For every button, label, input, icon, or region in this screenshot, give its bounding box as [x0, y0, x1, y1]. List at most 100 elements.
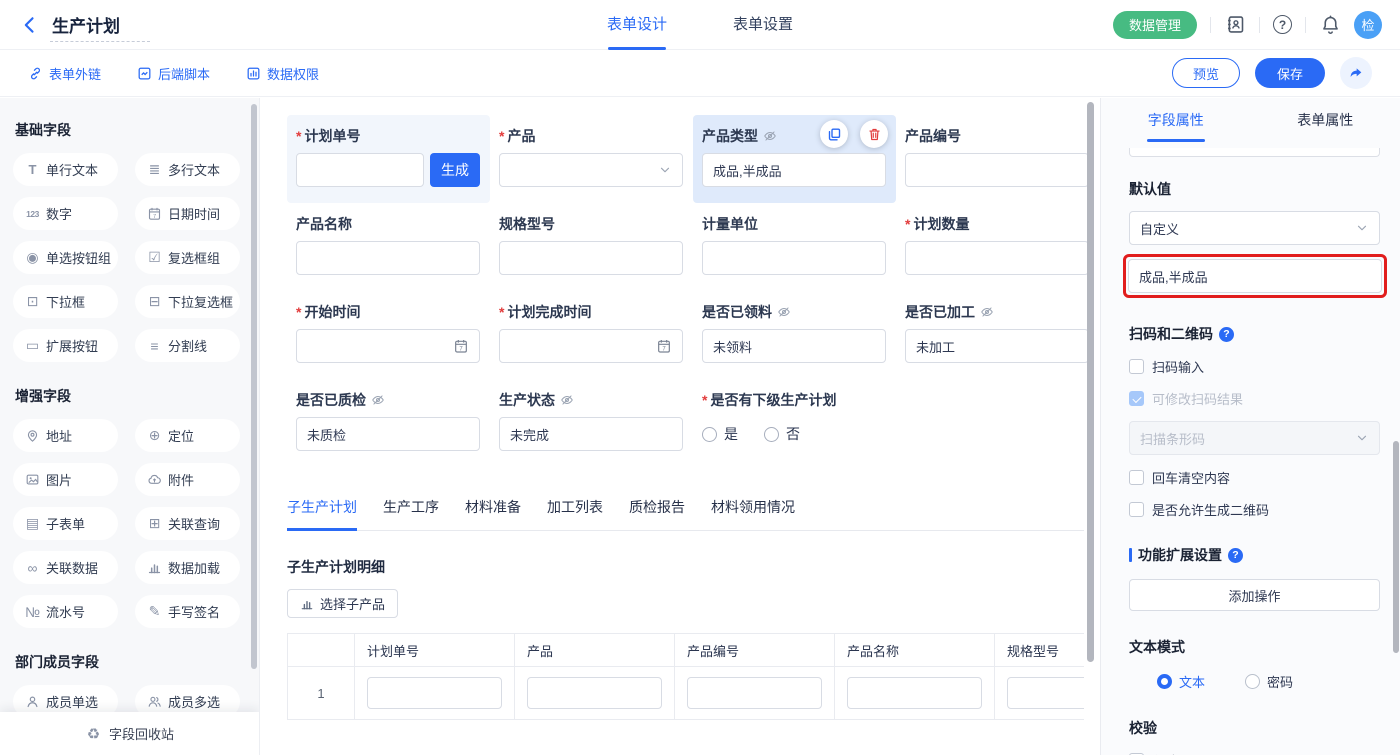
- select-sub-product-button[interactable]: 选择子产品: [287, 589, 398, 618]
- sidebar-item-image[interactable]: 图片: [13, 463, 118, 496]
- allow-qrcode-checkbox[interactable]: 是否允许生成二维码: [1129, 500, 1380, 519]
- field-start-time[interactable]: *开始时间: [287, 291, 490, 379]
- editable-scan-result-checkbox[interactable]: 可修改扫码结果: [1129, 389, 1380, 408]
- help-icon[interactable]: ?: [1228, 548, 1243, 563]
- tab-processing-list[interactable]: 加工列表: [547, 497, 603, 530]
- field-product[interactable]: *产品: [490, 115, 693, 203]
- tab-form-properties[interactable]: 表单属性: [1251, 98, 1400, 142]
- tab-form-settings[interactable]: 表单设置: [733, 0, 793, 50]
- tab-field-properties[interactable]: 字段属性: [1101, 98, 1251, 142]
- unit-input[interactable]: [702, 241, 886, 275]
- tab-form-design[interactable]: 表单设计: [607, 0, 667, 50]
- clear-on-enter-checkbox[interactable]: 回车清空内容: [1129, 468, 1380, 487]
- form-title[interactable]: 生产计划: [50, 12, 150, 42]
- tab-sub-production-plan[interactable]: 子生产计划: [287, 497, 357, 530]
- save-button[interactable]: 保存: [1255, 58, 1325, 88]
- field-material-taken[interactable]: 是否已领料 未领料: [693, 291, 896, 379]
- field-finish-time[interactable]: *计划完成时间: [490, 291, 693, 379]
- cell-input[interactable]: [847, 677, 982, 709]
- back-icon[interactable]: [20, 15, 40, 35]
- finish-time-input[interactable]: [499, 329, 683, 363]
- help-icon[interactable]: ?: [1273, 15, 1292, 34]
- data-permission-link[interactable]: 数据权限: [246, 64, 319, 83]
- sidebar-item-datetime[interactable]: 日期时间: [135, 197, 240, 230]
- tab-quality-report[interactable]: 质检报告: [629, 497, 685, 530]
- product-type-input[interactable]: 成品,半成品: [702, 153, 886, 187]
- sidebar-item-multi-dropdown[interactable]: ⊟下拉复选框: [135, 285, 240, 318]
- sidebar-item-divider[interactable]: ≡分割线: [135, 329, 240, 362]
- data-manage-button[interactable]: 数据管理: [1113, 11, 1197, 39]
- sidebar-item-extend-button[interactable]: ▭扩展按钮: [13, 329, 118, 362]
- required-checkbox[interactable]: 必填: [1129, 751, 1380, 755]
- sidebar-item-attachment[interactable]: 附件: [135, 463, 240, 496]
- panel-scrollbar[interactable]: [1393, 441, 1399, 653]
- product-code-input[interactable]: [905, 153, 1089, 187]
- backend-script-link[interactable]: 后端脚本: [137, 64, 210, 83]
- contacts-icon[interactable]: [1224, 14, 1246, 36]
- preview-button[interactable]: 预览: [1172, 58, 1240, 88]
- avatar[interactable]: 检: [1354, 11, 1382, 39]
- field-processed[interactable]: 是否已加工 未加工: [896, 291, 1099, 379]
- radio-option-no[interactable]: 否: [764, 424, 800, 444]
- canvas-scrollbar[interactable]: [1087, 102, 1094, 662]
- form-external-link[interactable]: 表单外链: [28, 64, 101, 83]
- delete-field-button[interactable]: [860, 120, 888, 148]
- inspected-input[interactable]: 未质检: [296, 417, 480, 451]
- cell-input[interactable]: [527, 677, 662, 709]
- field-inspected[interactable]: 是否已质检 未质检: [287, 379, 490, 467]
- default-value-input[interactable]: 成品,半成品: [1128, 259, 1382, 293]
- notification-bell-icon[interactable]: [1319, 14, 1341, 36]
- sidebar-item-signature[interactable]: ✎手写签名: [135, 595, 240, 628]
- plan-qty-input[interactable]: [905, 241, 1089, 275]
- sidebar-item-dropdown[interactable]: ⊡下拉框: [13, 285, 118, 318]
- tab-material-usage[interactable]: 材料领用情况: [711, 497, 795, 530]
- field-plan-qty[interactable]: *计划数量: [896, 203, 1099, 291]
- copy-field-button[interactable]: [820, 120, 848, 148]
- field-spec-model[interactable]: 规格型号: [490, 203, 693, 291]
- sidebar-item-address[interactable]: 地址: [13, 419, 118, 452]
- product-select[interactable]: [499, 153, 683, 187]
- field-recycle-bin[interactable]: ♻ 字段回收站: [0, 712, 259, 755]
- sidebar-item-subform[interactable]: ▤子表单: [13, 507, 118, 540]
- field-production-status[interactable]: 生产状态 未完成: [490, 379, 693, 467]
- sidebar-item-data-load[interactable]: 数据加载: [135, 551, 240, 584]
- cell-input[interactable]: [1007, 677, 1084, 709]
- field-unit[interactable]: 计量单位: [693, 203, 896, 291]
- spec-model-input[interactable]: [499, 241, 683, 275]
- cell-input[interactable]: [367, 677, 502, 709]
- tab-production-process[interactable]: 生产工序: [383, 497, 439, 530]
- field-has-sub-plan[interactable]: *是否有下级生产计划 是 否: [693, 379, 896, 467]
- share-button[interactable]: [1340, 57, 1372, 89]
- generate-button[interactable]: 生成: [430, 153, 480, 187]
- field-product-type[interactable]: 产品类型 成品,半成品: [693, 115, 896, 203]
- sidebar-item-linked-data[interactable]: ∞关联数据: [13, 551, 118, 584]
- material-taken-input[interactable]: 未领料: [702, 329, 886, 363]
- tab-material-prep[interactable]: 材料准备: [465, 497, 521, 530]
- start-time-input[interactable]: [296, 329, 480, 363]
- trash-icon: [867, 127, 882, 142]
- cell-input[interactable]: [687, 677, 822, 709]
- scan-input-checkbox[interactable]: 扫码输入: [1129, 357, 1380, 376]
- field-product-code[interactable]: 产品编号: [896, 115, 1099, 203]
- sidebar-item-number[interactable]: 123数字: [13, 197, 118, 230]
- radio-option-yes[interactable]: 是: [702, 424, 738, 444]
- sidebar-item-locate[interactable]: ⊕定位: [135, 419, 240, 452]
- add-action-button[interactable]: 添加操作: [1129, 579, 1380, 611]
- product-name-input[interactable]: [296, 241, 480, 275]
- production-status-input[interactable]: 未完成: [499, 417, 683, 451]
- sidebar-item-checkbox-group[interactable]: ☑复选框组: [135, 241, 240, 274]
- sidebar-item-single-line-text[interactable]: T单行文本: [13, 153, 118, 186]
- field-product-name[interactable]: 产品名称: [287, 203, 490, 291]
- sidebar-item-linked-query[interactable]: ⊞关联查询: [135, 507, 240, 540]
- sidebar-item-radio-group[interactable]: ◉单选按钮组: [13, 241, 118, 274]
- text-mode-text-radio[interactable]: 文本: [1157, 672, 1205, 691]
- field-plan-no[interactable]: *计划单号 生成: [287, 115, 490, 203]
- sidebar-item-serial-number[interactable]: №流水号: [13, 595, 118, 628]
- sidebar-item-multi-line-text[interactable]: ≣多行文本: [135, 153, 240, 186]
- processed-input[interactable]: 未加工: [905, 329, 1089, 363]
- plan-no-input[interactable]: [296, 153, 424, 187]
- text-mode-password-radio[interactable]: 密码: [1245, 672, 1293, 691]
- default-value-mode-select[interactable]: 自定义: [1129, 211, 1380, 245]
- sidebar-scrollbar[interactable]: [251, 104, 257, 669]
- help-icon[interactable]: ?: [1219, 327, 1234, 342]
